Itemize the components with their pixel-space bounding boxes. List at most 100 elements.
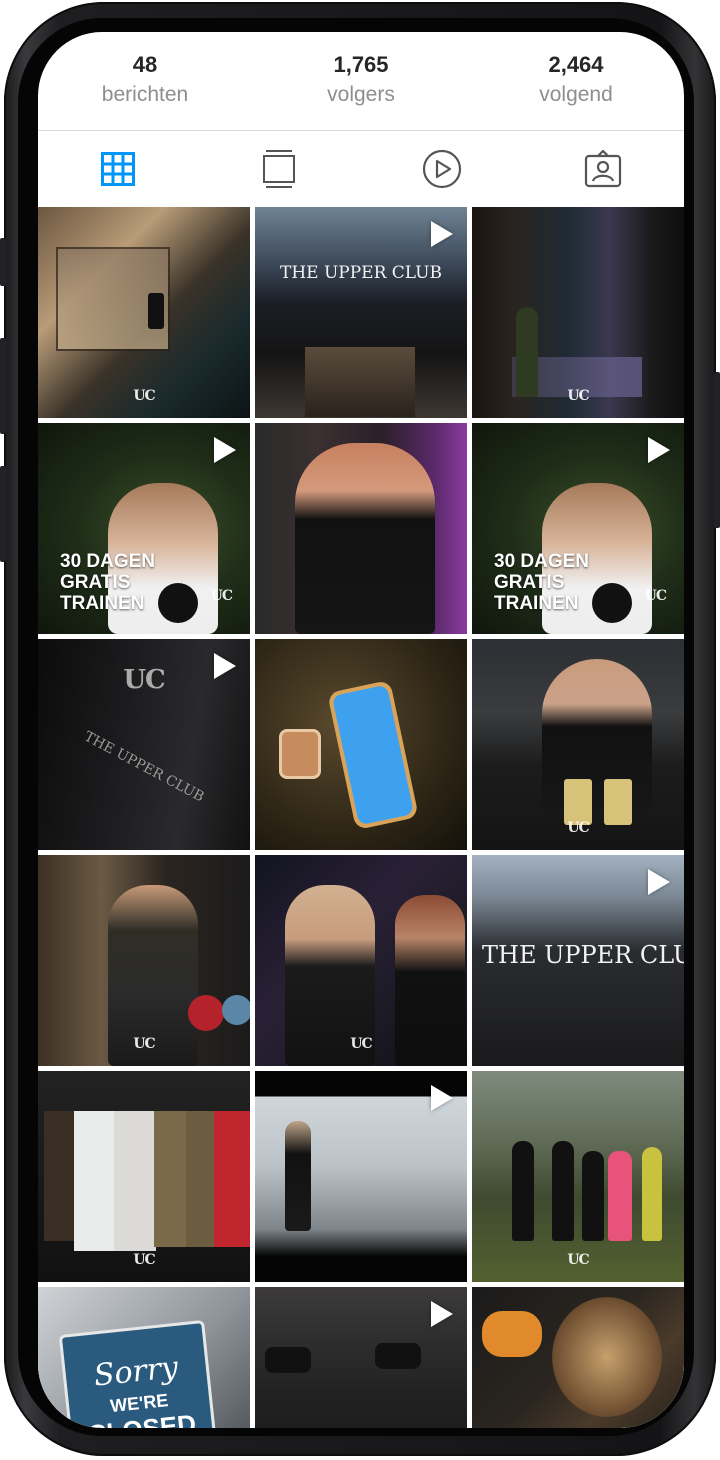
- video-indicator-icon: [648, 437, 670, 463]
- post-tile-building-entrance[interactable]: THE UPPER CLUB: [255, 207, 467, 418]
- boxer-hair: [552, 1297, 662, 1417]
- runner-2: [552, 1141, 574, 1241]
- building-sign: THE UPPER CLUB: [280, 263, 442, 283]
- boxing-glove: [482, 1311, 542, 1357]
- shirt-white-1: [74, 1111, 116, 1251]
- tab-igtv[interactable]: [219, 131, 339, 207]
- post-tile-wall-logo[interactable]: THE UPPER CLUB UC: [38, 639, 250, 850]
- post-tile-building-sign[interactable]: THE UPPER CLU: [472, 855, 684, 1066]
- brand-logo: UC: [567, 820, 589, 836]
- posts-count: 48: [132, 52, 158, 77]
- promo-line-1: 30 DAGEN: [60, 551, 156, 572]
- runner-1: [512, 1141, 534, 1241]
- post-tile-shirts-rack[interactable]: UC: [38, 1071, 250, 1282]
- post-tile-kettlebell-swing[interactable]: UC: [38, 855, 250, 1066]
- medicine-ball-red: [188, 995, 224, 1031]
- post-tile-app-phone[interactable]: [255, 639, 467, 850]
- runner-pink: [608, 1151, 632, 1241]
- brand-logo: UC: [567, 388, 589, 404]
- plant-pot: [516, 307, 538, 397]
- brand-logo: UC: [133, 1036, 155, 1052]
- shirt-white-2: [114, 1111, 156, 1251]
- smartphone-app: [327, 679, 419, 831]
- smoothie-glass-1: [564, 779, 592, 825]
- promo-line-3: TRAINEN: [494, 593, 579, 614]
- stat-followers[interactable]: 1,765 volgers: [291, 32, 431, 108]
- video-indicator-icon: [431, 1085, 453, 1111]
- shirt-olive-1: [154, 1111, 190, 1247]
- posts-label: berichten: [101, 83, 189, 106]
- stat-following[interactable]: 2,464 volgend: [506, 32, 646, 108]
- smoothie-glass-2: [604, 779, 632, 825]
- profile-stats: 48 berichten 1,765 volgers 2,464 volgend: [38, 32, 684, 130]
- runner-3: [582, 1151, 604, 1241]
- promo-caption: 30 DAGEN GRATIS TRAINEN: [494, 551, 624, 614]
- post-tile-bar-smoothies[interactable]: UC: [472, 639, 684, 850]
- wall-sign: THE UPPER CLUB: [81, 728, 207, 806]
- profile-tabs: [38, 130, 684, 208]
- igtv-icon: [263, 150, 295, 188]
- brand-logo: UC: [133, 1252, 155, 1268]
- post-tile-outdoor-run[interactable]: [255, 1071, 467, 1282]
- brand-logo: UC: [133, 388, 155, 404]
- post-tile-sauna[interactable]: UC: [38, 207, 250, 418]
- post-tile-gym-interior[interactable]: UC: [472, 207, 684, 418]
- shirt-dark: [44, 1111, 78, 1241]
- post-tile-promo-kettlebell[interactable]: 30 DAGEN GRATIS TRAINEN UC: [38, 423, 250, 634]
- sauna-door-handle: [148, 293, 164, 329]
- post-tile-group-run[interactable]: UC: [472, 1071, 684, 1282]
- post-tile-promo-kettlebell-2[interactable]: 30 DAGEN GRATIS TRAINEN UC: [472, 423, 684, 634]
- dumbbell-right: [375, 1343, 421, 1369]
- smartwatch: [279, 729, 321, 779]
- video-indicator-icon: [648, 869, 670, 895]
- medicine-ball-blue: [222, 995, 250, 1025]
- tagged-user-icon: [584, 150, 622, 188]
- following-label: volgend: [539, 83, 613, 106]
- video-indicator-icon: [214, 437, 236, 463]
- video-indicator-icon: [214, 653, 236, 679]
- reels-icon: [422, 149, 462, 189]
- instagram-profile-screen: 48 berichten 1,765 volgers 2,464 volgend: [38, 32, 684, 1428]
- building-sign: THE UPPER CLU: [482, 941, 684, 969]
- post-tile-dumbbells[interactable]: [255, 1287, 467, 1428]
- shirt-olive-2: [186, 1111, 216, 1247]
- closed-sign: Sorry WE'RE CLOSED: [58, 1319, 224, 1428]
- tab-grid[interactable]: [58, 131, 178, 207]
- volume-down-button: [0, 466, 6, 562]
- stat-posts[interactable]: 48 berichten: [75, 32, 215, 108]
- mute-switch: [0, 238, 6, 286]
- followers-count: 1,765: [333, 52, 389, 77]
- brand-logo: UC: [210, 588, 233, 604]
- volume-up-button: [0, 338, 6, 434]
- followers-label: volgers: [327, 83, 395, 106]
- brand-logo: UC: [567, 1252, 589, 1268]
- promo-caption: 30 DAGEN GRATIS TRAINEN: [60, 551, 190, 614]
- brand-logo: UC: [350, 1036, 372, 1052]
- tab-reels[interactable]: [382, 131, 502, 207]
- posts-grid: UC THE UPPER CLUB UC 30 DAGEN GRATIS TRA…: [38, 207, 684, 1428]
- power-button: [714, 372, 720, 528]
- tab-tagged[interactable]: [543, 131, 663, 207]
- video-indicator-icon: [431, 1301, 453, 1327]
- video-indicator-icon: [431, 221, 453, 247]
- promo-line-2: GRATIS: [60, 572, 131, 593]
- following-count: 2,464: [548, 52, 604, 77]
- runner-yellow: [642, 1147, 662, 1241]
- bartender-figure: [542, 659, 652, 809]
- entrance-door: [305, 347, 415, 417]
- post-tile-trainer-smiling[interactable]: [255, 423, 467, 634]
- grid-icon: [101, 152, 135, 186]
- runner-figure: [285, 1121, 311, 1231]
- brand-logo: UC: [123, 665, 165, 695]
- shirt-red: [214, 1111, 250, 1247]
- trainer-figure: [295, 443, 435, 634]
- promo-line-2: GRATIS: [494, 572, 565, 593]
- promo-line-1: 30 DAGEN: [494, 551, 590, 572]
- brand-logo: UC: [644, 588, 667, 604]
- post-tile-sorry-closed[interactable]: Sorry WE'RE CLOSED: [38, 1287, 250, 1428]
- post-tile-boxing[interactable]: [472, 1287, 684, 1428]
- promo-line-3: TRAINEN: [60, 593, 145, 614]
- post-tile-workout-women[interactable]: UC: [255, 855, 467, 1066]
- dumbbell-left: [265, 1347, 311, 1373]
- woman-side: [395, 895, 465, 1066]
